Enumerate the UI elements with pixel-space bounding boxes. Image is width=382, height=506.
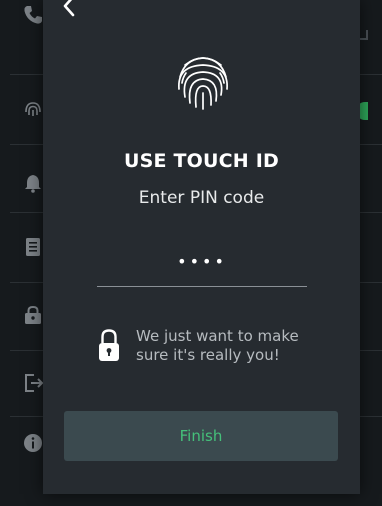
- logout-icon: [22, 372, 44, 394]
- modal-title: USE TOUCH ID: [124, 150, 279, 172]
- lock-icon: [22, 304, 44, 326]
- reassurance-note: We just want to make sure it's really yo…: [136, 327, 299, 364]
- modal-subtitle: Enter PIN code: [138, 188, 265, 208]
- back-button[interactable]: [57, 0, 87, 20]
- touch-id-modal: USE TOUCH ID Enter PIN code •••• We just…: [43, 0, 360, 494]
- lock-icon: [98, 328, 120, 362]
- phone-icon: [22, 4, 44, 26]
- pin-input-value: ••••: [177, 252, 227, 271]
- fingerprint-icon: [171, 49, 235, 113]
- document-icon: [22, 236, 44, 258]
- info-icon: [22, 432, 44, 454]
- background-decoration: [366, 30, 368, 40]
- pin-input[interactable]: ••••: [97, 248, 307, 287]
- finish-button[interactable]: Finish: [64, 411, 338, 461]
- bell-icon: [22, 172, 44, 194]
- fingerprint-icon: [22, 98, 44, 120]
- chevron-left-icon: [63, 0, 75, 17]
